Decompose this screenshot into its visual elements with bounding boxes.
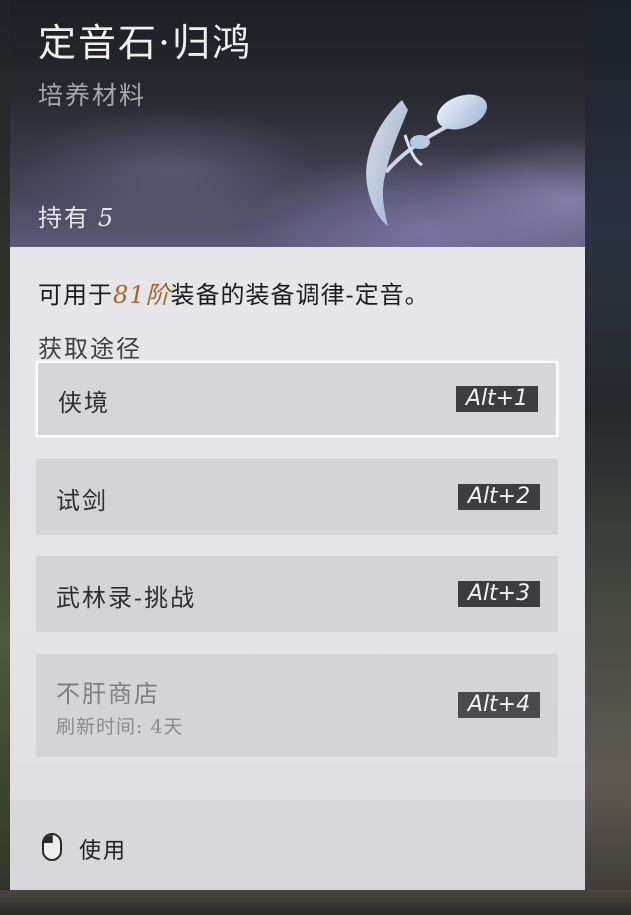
game-scene-bottom <box>0 890 631 915</box>
action-footer: 使用 <box>10 800 585 890</box>
hotkey-badge: Alt+4 <box>458 692 540 718</box>
hotkey-badge: Alt+3 <box>458 581 540 607</box>
item-category: 培养材料 <box>38 81 147 110</box>
description-level-highlight: 81阶 <box>113 281 171 309</box>
source-label: 侠境 <box>58 389 110 417</box>
hotkey-badge: Alt+1 <box>456 386 538 412</box>
source-item-shijian[interactable]: 试剑 Alt+2 <box>36 459 558 535</box>
item-name: 定音石·归鸿 <box>38 21 253 65</box>
source-item-wulinlu-challenge[interactable]: 武林录-挑战 Alt+3 <box>36 556 558 632</box>
item-tooltip-panel: 定音石·归鸿 培养材料 持有 5 可用于81阶装备的装备调律-定音。 获取途径 侠… <box>10 0 585 890</box>
item-details: 可用于81阶装备的装备调律-定音。 获取途径 侠境 Alt+1 试剑 Alt+2… <box>10 247 585 890</box>
source-label: 武林录-挑战 <box>56 584 197 612</box>
flower-stone-item-icon <box>366 94 488 226</box>
sources-title: 获取途径 <box>38 335 142 363</box>
hotkey-badge: Alt+2 <box>458 484 540 510</box>
game-scene-right <box>585 0 631 915</box>
item-description: 可用于81阶装备的装备调律-定音。 <box>38 275 430 310</box>
mouse-left-click-icon <box>42 833 62 861</box>
owned-label: 持有 <box>38 204 90 232</box>
source-item-bugan-shop[interactable]: 不肝商店 刷新时间: 4天 Alt+4 <box>36 654 558 757</box>
description-suffix: 装备的装备调律-定音。 <box>170 281 430 309</box>
source-item-xiajing[interactable]: 侠境 Alt+1 <box>36 361 558 437</box>
description-prefix: 可用于 <box>38 281 113 309</box>
use-action-label[interactable]: 使用 <box>79 833 127 865</box>
source-refresh-time: 刷新时间: 4天 <box>56 716 184 738</box>
owned-count-row: 持有 5 <box>38 198 115 233</box>
source-label: 试剑 <box>56 487 108 515</box>
source-label: 不肝商店 <box>56 680 160 708</box>
item-header: 定音石·归鸿 培养材料 持有 5 <box>10 0 585 247</box>
owned-count: 5 <box>98 204 116 232</box>
